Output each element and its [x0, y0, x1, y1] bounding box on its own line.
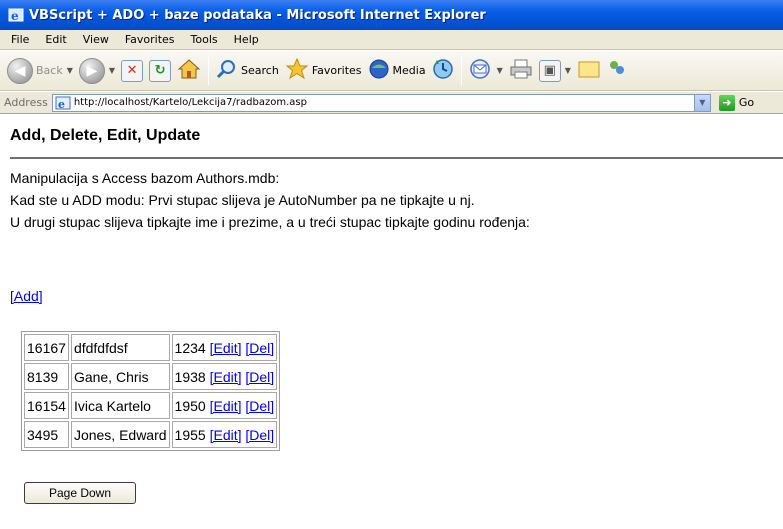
- edit-page-button[interactable]: ▣ ▼: [536, 55, 574, 87]
- back-dropdown-icon[interactable]: ▼: [67, 66, 73, 75]
- delete-link[interactable]: [Del]: [245, 427, 274, 443]
- menu-help[interactable]: Help: [227, 33, 268, 46]
- ie-window-icon: e: [8, 7, 24, 23]
- media-label: Media: [392, 64, 426, 77]
- delete-link[interactable]: [Del]: [245, 369, 274, 385]
- go-arrow-icon: ➜: [718, 94, 735, 111]
- record-year: 1955: [174, 426, 206, 443]
- record-name-cell: Gane, Chris: [70, 363, 170, 390]
- menu-file[interactable]: File: [4, 33, 38, 46]
- back-button[interactable]: ◀ Back ▼: [4, 55, 76, 87]
- edit-page-dropdown-icon[interactable]: ▼: [565, 66, 571, 75]
- title-bar: e VBScript + ADO + baze podataka - Micro…: [0, 0, 783, 30]
- toolbar-separator: [208, 56, 210, 85]
- record-name-cell: Jones, Edward: [70, 421, 170, 448]
- refresh-button[interactable]: ↻: [146, 55, 174, 87]
- stop-button[interactable]: ✕: [118, 55, 146, 87]
- record-year-cell: 1938 [Edit] [Del]: [171, 363, 278, 390]
- page-content: Add, Delete, Edit, Update Manipulacija s…: [0, 115, 783, 529]
- record-name-cell: dfdfdfdsf: [70, 334, 170, 361]
- forward-button[interactable]: ▶ ▼: [76, 55, 118, 87]
- discuss-icon: [577, 58, 601, 83]
- favorites-label: Favorites: [311, 64, 362, 77]
- record-name-cell: Ivica Kartelo: [70, 392, 170, 419]
- stop-icon: ✕: [121, 59, 144, 82]
- menu-tools[interactable]: Tools: [184, 33, 227, 46]
- edit-page-icon: ▣: [538, 59, 561, 82]
- forward-arrow-icon: ▶: [78, 57, 105, 84]
- heading-divider: [10, 157, 783, 159]
- address-bar: Address e http://localhost/Kartelo/Lekci…: [0, 92, 783, 114]
- address-input[interactable]: e http://localhost/Kartelo/Lekcija7/radb…: [51, 93, 711, 112]
- intro-line: Kad ste u ADD modu: Prvi stupac slijeva …: [10, 192, 475, 208]
- home-button[interactable]: [174, 55, 204, 87]
- record-id-cell: 16167: [24, 334, 69, 361]
- record-year: 1234: [174, 339, 206, 356]
- table-row: 16167 dfdfdfdsf 1234 [Edit] [Del]: [24, 334, 278, 361]
- favorites-star-icon: [285, 57, 309, 83]
- back-arrow-icon: ◀: [7, 57, 33, 84]
- back-label: Back: [36, 64, 63, 77]
- intro-line: U drugi stupac slijeva tipkajte ime i pr…: [10, 214, 530, 230]
- add-link[interactable]: [Add]: [10, 288, 43, 304]
- forward-dropdown-icon[interactable]: ▼: [109, 66, 115, 75]
- search-button[interactable]: Search: [213, 55, 282, 87]
- toolbar: ◀ Back ▼ ▶ ▼ ✕ ↻ Search Favorites Media …: [0, 51, 783, 91]
- page-heading: Add, Delete, Edit, Update: [10, 127, 201, 144]
- search-icon: [216, 58, 238, 83]
- address-label: Address: [4, 96, 48, 109]
- history-button[interactable]: [429, 55, 457, 87]
- record-year: 1950: [174, 397, 206, 414]
- messenger-button[interactable]: [604, 55, 628, 87]
- record-id-cell: 16154: [24, 392, 69, 419]
- history-icon: [432, 58, 454, 83]
- intro-text: Manipulacija s Access bazom Authors.mdb:…: [10, 167, 530, 233]
- discuss-button[interactable]: [574, 55, 604, 87]
- toolbar-separator: [460, 56, 462, 85]
- print-button[interactable]: [506, 55, 536, 87]
- media-button[interactable]: Media: [365, 55, 429, 87]
- delete-link[interactable]: [Del]: [245, 340, 274, 356]
- record-year-cell: 1234 [Edit] [Del]: [171, 334, 278, 361]
- page-down-button[interactable]: Page Down: [24, 482, 136, 504]
- print-icon: [509, 58, 533, 83]
- mail-button[interactable]: ▼: [466, 55, 506, 87]
- intro-line: Manipulacija s Access bazom Authors.mdb:: [10, 170, 280, 186]
- address-url: http://localhost/Kartelo/Lekcija7/radbaz…: [73, 97, 307, 108]
- mail-dropdown-icon[interactable]: ▼: [497, 66, 503, 75]
- home-icon: [177, 58, 201, 83]
- menu-view[interactable]: View: [76, 33, 118, 46]
- menu-favorites[interactable]: Favorites: [118, 33, 184, 46]
- table-row: 3495 Jones, Edward 1955 [Edit] [Del]: [24, 421, 278, 448]
- menu-bar: File Edit View Favorites Tools Help: [0, 30, 783, 50]
- svg-text:e: e: [58, 98, 65, 110]
- go-label: Go: [738, 96, 755, 109]
- record-year: 1938: [174, 368, 206, 385]
- record-year-cell: 1950 [Edit] [Del]: [171, 392, 278, 419]
- page-icon: e: [55, 96, 71, 111]
- records-table: 16167 dfdfdfdsf 1234 [Edit] [Del] 8139 G…: [21, 331, 281, 451]
- edit-link[interactable]: [Edit]: [210, 340, 242, 356]
- table-row: 8139 Gane, Chris 1938 [Edit] [Del]: [24, 363, 278, 390]
- menu-edit[interactable]: Edit: [38, 33, 75, 46]
- delete-link[interactable]: [Del]: [245, 398, 274, 414]
- favorites-button[interactable]: Favorites: [282, 55, 365, 87]
- media-icon: [368, 58, 390, 83]
- table-row: 16154 Ivica Kartelo 1950 [Edit] [Del]: [24, 392, 278, 419]
- edit-link[interactable]: [Edit]: [210, 427, 242, 443]
- record-id-cell: 8139: [24, 363, 69, 390]
- go-button[interactable]: ➜ Go: [718, 94, 755, 111]
- refresh-icon: ↻: [149, 59, 172, 82]
- record-year-cell: 1955 [Edit] [Del]: [171, 421, 278, 448]
- record-id-cell: 3495: [24, 421, 69, 448]
- window-title: VBScript + ADO + baze podataka - Microso…: [29, 7, 486, 23]
- mail-icon: [469, 58, 493, 83]
- search-label: Search: [241, 64, 279, 77]
- address-dropdown-icon[interactable]: ▼: [693, 94, 710, 111]
- messenger-icon: [607, 58, 625, 83]
- edit-link[interactable]: [Edit]: [210, 369, 242, 385]
- edit-link[interactable]: [Edit]: [210, 398, 242, 414]
- svg-text:e: e: [11, 9, 19, 23]
